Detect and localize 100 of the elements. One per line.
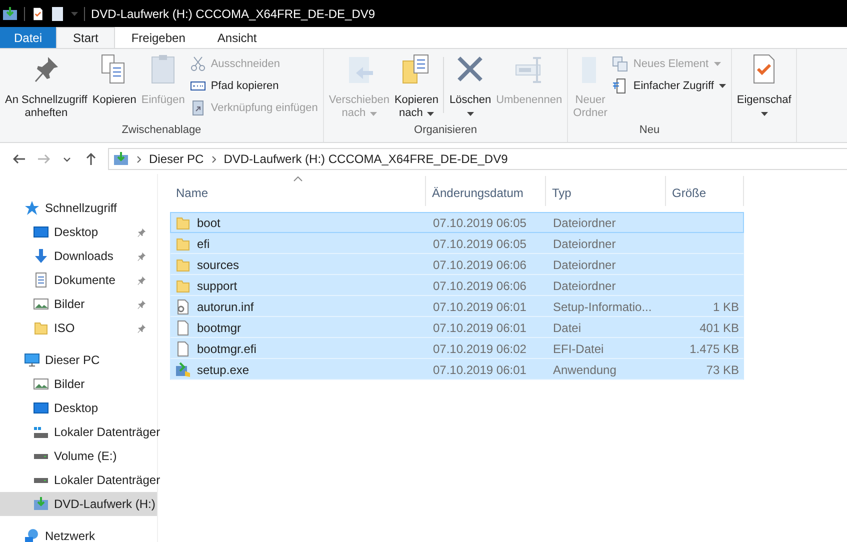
star-icon	[24, 200, 40, 216]
type-cell-text: Setup-Informatio...	[552, 298, 653, 316]
properties-icon[interactable]	[31, 6, 45, 22]
installer-icon	[175, 362, 191, 378]
type-cell-text: Dateiordner	[552, 214, 617, 232]
window-title: DVD-Laufwerk (H:) CCCOMA_X64FRE_DE-DE_DV9	[91, 6, 376, 22]
ribbon-tab[interactable]: Freigeben	[115, 27, 202, 48]
picture-icon	[33, 376, 49, 392]
chevron-right-icon	[212, 156, 216, 162]
file-name: efi	[197, 236, 210, 252]
chevron-down-icon	[63, 156, 71, 162]
type-cell-text: Dateiordner	[552, 236, 617, 252]
new-item-icon	[612, 56, 628, 72]
file-row[interactable]: efi 07.10.2019 06:05 Dateiordner	[170, 233, 744, 254]
dvd-drive-icon	[113, 151, 129, 167]
date-cell-text: 07.10.2019 06:05	[432, 214, 528, 232]
sidebar-item[interactable]: Downloads	[0, 244, 157, 268]
address-bar[interactable]: Dieser PC DVD-Laufwerk (H:) CCCOMA_X64FRE_DE-DE_DV9	[108, 148, 847, 170]
file-name: boot	[197, 214, 220, 232]
group-label: Organisieren	[413, 122, 478, 138]
file-row[interactable]: boot 07.10.2019 06:05 Dateiordner	[170, 212, 744, 233]
file-row[interactable]: bootmgr.efi 07.10.2019 06:02 EFI-Datei 1.475 KB	[170, 338, 744, 359]
date-cell-text: 07.10.2019 06:06	[432, 278, 528, 294]
ribbon-tab[interactable]: Start	[56, 27, 116, 48]
date-cell-text: 07.10.2019 06:01	[432, 298, 528, 316]
column-header[interactable]: Name	[170, 176, 426, 206]
sidebar-item[interactable]: Volume (E:)	[0, 444, 157, 468]
column-header[interactable]: Typ	[546, 176, 666, 206]
ribbon-button[interactable]: Löschen	[447, 49, 494, 122]
back-arrow-icon	[12, 154, 26, 164]
shortcut-icon	[190, 100, 206, 116]
column-header[interactable]: Größe	[666, 176, 744, 206]
desktop-icon	[33, 224, 49, 240]
group-label: Neu	[638, 122, 661, 138]
group-label: Zwischenablage	[120, 122, 202, 138]
breadcrumb[interactable]: Dieser PC	[149, 150, 204, 168]
sidebar-item[interactable]: Dokumente	[0, 268, 157, 292]
desktop-icon	[33, 400, 49, 416]
date-cell-text: 07.10.2019 06:02	[432, 340, 528, 358]
sidebar-item[interactable]: Netzwerk	[0, 524, 157, 542]
type-cell-text: Anwendung	[552, 362, 618, 378]
size-cell-text: 401 KB	[700, 320, 739, 336]
hard-drive-icon	[33, 426, 49, 438]
date-cell-text: 07.10.2019 06:06	[432, 256, 528, 274]
date-cell-text: 07.10.2019 06:01	[432, 320, 528, 336]
file-name: sources	[197, 256, 240, 274]
file-row[interactable]: support 07.10.2019 06:06 Dateiordner	[170, 275, 744, 296]
file-row[interactable]: bootmgr 07.10.2019 06:01 Datei 401 KB	[170, 317, 744, 338]
ribbon-button[interactable]: An Schnellzugriff anheften	[3, 49, 90, 122]
easy-access-icon	[612, 78, 628, 94]
ribbon-button[interactable]: Kopieren nach	[392, 49, 440, 122]
file-name: bootmgr	[197, 320, 242, 336]
dvd-drive-icon	[33, 496, 49, 512]
forward-arrow-icon	[36, 154, 50, 164]
file-row[interactable]: sources 07.10.2019 06:06 Dateiordner	[170, 254, 744, 275]
picture-icon	[33, 296, 49, 312]
type-cell-text: Datei	[552, 320, 582, 336]
ribbon-button[interactable]: Eigenschaf	[734, 49, 794, 142]
file-menu-button[interactable]: Datei	[0, 27, 56, 48]
file-row[interactable]: autorun.inf 07.10.2019 06:01 Setup-Informatio... 1 KB	[170, 296, 744, 317]
caret-icon	[71, 12, 78, 16]
monitor-icon	[24, 352, 40, 368]
size-cell-text: 1 KB	[712, 298, 739, 316]
sidebar-item[interactable]: Desktop	[0, 220, 157, 244]
breadcrumb[interactable]: DVD-Laufwerk (H:) CCCOMA_X64FRE_DE-DE_DV9	[224, 150, 508, 168]
sidebar-item[interactable]: Bilder	[0, 372, 157, 396]
up-arrow-icon	[86, 153, 96, 165]
size-cell-text: 1.475 KB	[690, 340, 739, 358]
sidebar-item[interactable]: Desktop	[0, 396, 157, 420]
sidebar-item[interactable]: Schnellzugriff	[0, 196, 157, 220]
sidebar-item[interactable]: Bilder	[0, 292, 157, 316]
file-icon	[175, 320, 191, 336]
column-header[interactable]: Änderungsdatum	[426, 176, 546, 206]
file-name: bootmgr.efi	[197, 340, 256, 358]
date-cell-text: 07.10.2019 06:05	[432, 236, 528, 252]
type-cell-text: Dateiordner	[552, 256, 617, 274]
sidebar-item[interactable]: DVD-Laufwerk (H:)	[0, 492, 157, 516]
ribbon-button[interactable]: Einfacher Zugriff	[612, 77, 726, 95]
down-arrow-icon	[33, 248, 49, 264]
dvd-drive-icon	[2, 6, 18, 22]
ribbon-button[interactable]: Pfad kopieren	[190, 77, 318, 95]
type-cell-text: EFI-Datei	[552, 340, 605, 358]
ribbon-button[interactable]: Kopieren	[90, 49, 138, 122]
hard-drive-icon	[33, 452, 49, 460]
file-row[interactable]: setup.exe 07.10.2019 06:01 Anwendung 73 KB	[170, 359, 744, 380]
file-name: autorun.inf	[197, 298, 254, 316]
hard-drive-icon	[33, 476, 49, 484]
file-name: setup.exe	[197, 362, 250, 378]
size-cell-text: 73 KB	[706, 362, 739, 378]
chevron-right-icon	[137, 156, 141, 162]
file-name: support	[197, 278, 238, 294]
date-cell-text: 07.10.2019 06:01	[432, 362, 528, 378]
scissors-icon	[190, 56, 206, 72]
document-icon	[33, 272, 49, 288]
file-icon	[175, 340, 191, 356]
ribbon-tab[interactable]: Ansicht	[201, 27, 273, 48]
sidebar-item[interactable]: Dieser PC	[0, 348, 157, 372]
sidebar-item[interactable]: ISO	[0, 316, 157, 340]
globe-icon	[24, 528, 40, 542]
type-cell-text: Dateiordner	[552, 278, 617, 294]
